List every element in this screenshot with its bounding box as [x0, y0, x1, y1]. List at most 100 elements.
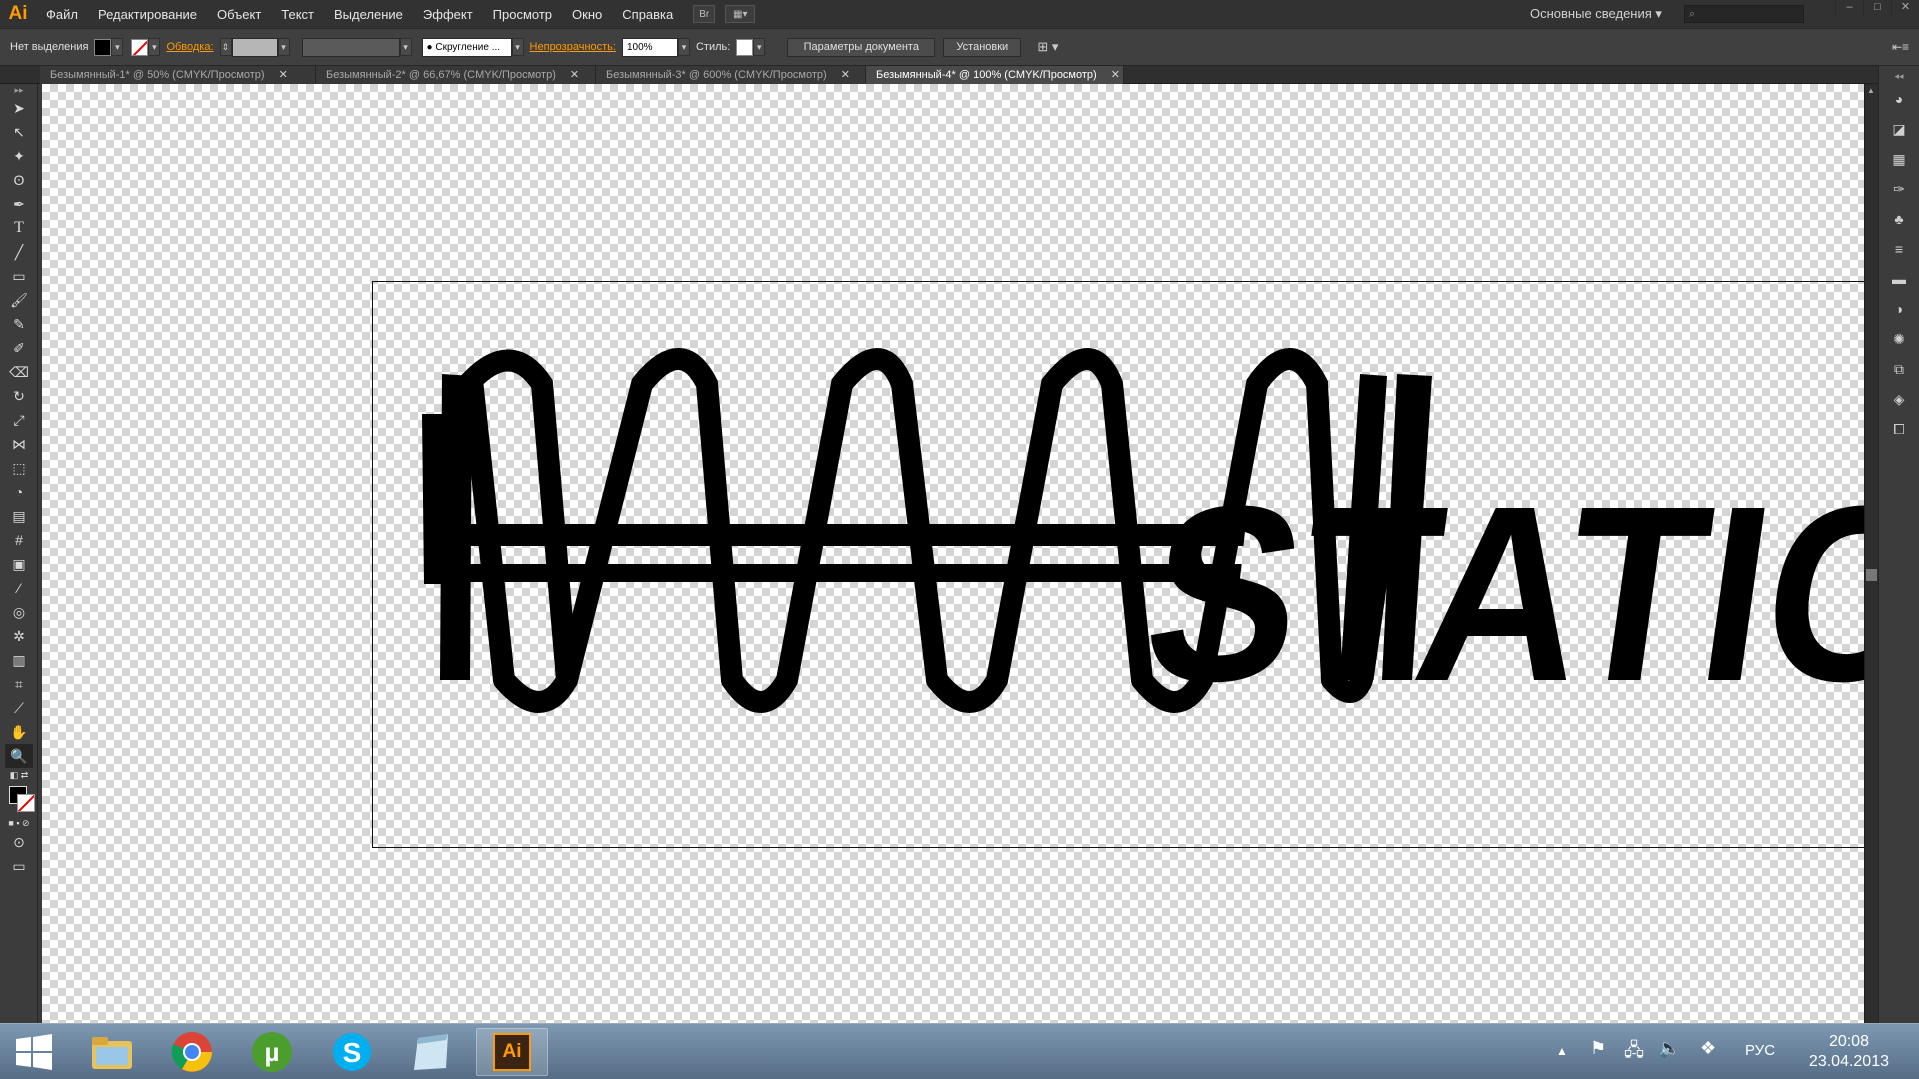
selection-tool-icon[interactable]: ➤: [5, 96, 33, 120]
search-input[interactable]: ⌕: [1684, 5, 1804, 23]
opacity-dropdown[interactable]: ▾: [677, 38, 690, 56]
blend-tool-icon[interactable]: ◎: [5, 600, 33, 624]
style-swatch[interactable]: [736, 38, 754, 56]
pen-tool-icon[interactable]: ✒: [5, 192, 33, 216]
hand-tool-icon[interactable]: ✋: [5, 720, 33, 744]
collapse-icon[interactable]: ▸▸: [5, 84, 33, 96]
zoom-tool-icon[interactable]: 🔍: [5, 744, 33, 768]
symbol-sprayer-tool-icon[interactable]: ✲: [5, 624, 33, 648]
taskbar-illustrator[interactable]: Ai: [476, 1028, 548, 1076]
symbols-panel-icon[interactable]: ♣: [1884, 206, 1914, 232]
profile-dropdown[interactable]: ▾: [399, 38, 412, 56]
close-icon[interactable]: ✕: [841, 66, 850, 84]
menu-object[interactable]: Объект: [207, 0, 271, 29]
menu-help[interactable]: Справка: [612, 0, 683, 29]
transparency-panel-icon[interactable]: ◑: [1884, 296, 1914, 322]
show-hidden-icons-icon[interactable]: ▲: [1556, 1044, 1568, 1058]
color-mode-icons[interactable]: ■ ▪ ⊘: [5, 816, 33, 830]
tab-document-4[interactable]: Безымянный-4* @ 100% (CMYK/Просмотр) ✕: [866, 65, 1124, 84]
arrange-documents-button[interactable]: ▦▾: [725, 5, 756, 23]
fill-dropdown[interactable]: ▾: [111, 38, 124, 56]
lasso-tool-icon[interactable]: ʘ: [5, 168, 33, 192]
close-button[interactable]: ✕: [1891, 0, 1919, 16]
taskbar-utorrent[interactable]: µ: [236, 1028, 308, 1076]
stroke-weight-field[interactable]: [231, 37, 278, 57]
taskbar-notes[interactable]: [396, 1028, 468, 1076]
menu-select[interactable]: Выделение: [324, 0, 413, 29]
taskbar-chrome[interactable]: [156, 1028, 228, 1076]
pencil-tool-icon[interactable]: ✎: [5, 312, 33, 336]
width-tool-icon[interactable]: ⋈: [5, 432, 33, 456]
tab-document-1[interactable]: Безымянный-1* @ 50% (CMYK/Просмотр) ✕: [40, 65, 316, 84]
taskbar-skype[interactable]: S: [316, 1028, 388, 1076]
stroke-dropdown[interactable]: ▾: [148, 38, 161, 56]
shape-builder-tool-icon[interactable]: ◔: [5, 480, 33, 504]
clock[interactable]: 20:08 23.04.2013: [1809, 1032, 1889, 1072]
stroke-weight-dropdown[interactable]: ▾: [277, 38, 290, 56]
start-button[interactable]: [0, 1028, 68, 1076]
panel-menu-icon[interactable]: ⇤≡: [1892, 40, 1909, 54]
fill-stroke-selector[interactable]: [5, 782, 35, 816]
stroke-swatch[interactable]: [131, 38, 149, 56]
menu-effect[interactable]: Эффект: [413, 0, 483, 29]
eyedropper-tool-icon[interactable]: ⁄: [5, 576, 33, 600]
rectangle-tool-icon[interactable]: ▭: [5, 264, 33, 288]
taskbar-explorer[interactable]: [76, 1028, 148, 1076]
document-setup-button[interactable]: Параметры документа: [787, 37, 936, 57]
appearance-panel-icon[interactable]: ✺: [1884, 326, 1914, 352]
action-center-icon[interactable]: ⚑: [1590, 1038, 1606, 1059]
vertical-scrollbar[interactable]: ▲: [1864, 84, 1878, 1023]
close-icon[interactable]: ✕: [570, 66, 579, 84]
brush-definition[interactable]: ● Скругление ...: [421, 37, 512, 57]
maximize-button[interactable]: □: [1863, 0, 1891, 16]
style-dropdown[interactable]: ▾: [753, 38, 766, 56]
gradient-tool-icon[interactable]: ▣: [5, 552, 33, 576]
menu-window[interactable]: Окно: [562, 0, 612, 29]
paintbrush-tool-icon[interactable]: 🖌: [5, 288, 33, 312]
opacity-field[interactable]: 100%: [621, 37, 678, 57]
direct-selection-tool-icon[interactable]: ↖: [5, 120, 33, 144]
variable-width-profile[interactable]: [301, 37, 400, 57]
menu-type[interactable]: Текст: [271, 0, 324, 29]
drawing-mode-icon[interactable]: ⊙: [5, 830, 33, 854]
column-graph-tool-icon[interactable]: ▥: [5, 648, 33, 672]
color-panel-icon[interactable]: ◕: [1884, 86, 1914, 112]
workspace-switcher[interactable]: Основные сведения ▾: [1530, 6, 1662, 22]
gradient-panel-icon[interactable]: ▬: [1884, 266, 1914, 292]
menu-view[interactable]: Просмотр: [483, 0, 562, 29]
volume-icon[interactable]: 🔈: [1658, 1038, 1680, 1059]
language-indicator[interactable]: РУС: [1745, 1042, 1775, 1059]
menu-file[interactable]: Файл: [36, 0, 88, 29]
preferences-button[interactable]: Установки: [943, 37, 1022, 57]
network-icon[interactable]: 🖧: [1624, 1038, 1644, 1068]
eraser-tool-icon[interactable]: ⌫: [5, 360, 33, 384]
color-guide-panel-icon[interactable]: ◪: [1884, 116, 1914, 142]
tab-document-2[interactable]: Безымянный-2* @ 66,67% (CMYK/Просмотр) ✕: [316, 65, 596, 84]
opacity-label[interactable]: Непрозрачность:: [530, 41, 616, 53]
close-icon[interactable]: ✕: [279, 66, 288, 84]
mesh-tool-icon[interactable]: #: [5, 528, 33, 552]
arrange-icon[interactable]: ⊞ ▾: [1037, 39, 1058, 55]
layers-panel-icon[interactable]: ◈: [1884, 386, 1914, 412]
screen-mode-icon[interactable]: ▭: [5, 854, 33, 878]
scale-tool-icon[interactable]: ⤢: [5, 408, 33, 432]
brush-dropdown[interactable]: ▾: [511, 38, 524, 56]
artboard-tool-icon[interactable]: ⌗: [5, 672, 33, 696]
dropbox-icon[interactable]: ❖: [1700, 1038, 1716, 1059]
stroke-color-icon[interactable]: [17, 794, 35, 812]
rotate-tool-icon[interactable]: ↻: [5, 384, 33, 408]
free-transform-tool-icon[interactable]: ⬚: [5, 456, 33, 480]
artwork-static-logo[interactable]: STATIC: [42, 84, 1864, 1023]
swatches-panel-icon[interactable]: ▦: [1884, 146, 1914, 172]
stroke-label[interactable]: Обводка:: [166, 41, 213, 53]
slice-tool-icon[interactable]: ⟋: [5, 696, 33, 720]
close-icon[interactable]: ✕: [1111, 66, 1120, 84]
menu-edit[interactable]: Редактирование: [88, 0, 207, 29]
artboards-panel-icon[interactable]: ⧠: [1884, 416, 1914, 442]
blob-brush-tool-icon[interactable]: ✐: [5, 336, 33, 360]
scroll-thumb[interactable]: [1866, 569, 1877, 581]
magic-wand-tool-icon[interactable]: ✦: [5, 144, 33, 168]
document-canvas[interactable]: STATIC: [42, 84, 1864, 1023]
expand-panels-icon[interactable]: ◂◂: [1884, 70, 1914, 82]
stroke-panel-icon[interactable]: ≡: [1884, 236, 1914, 262]
